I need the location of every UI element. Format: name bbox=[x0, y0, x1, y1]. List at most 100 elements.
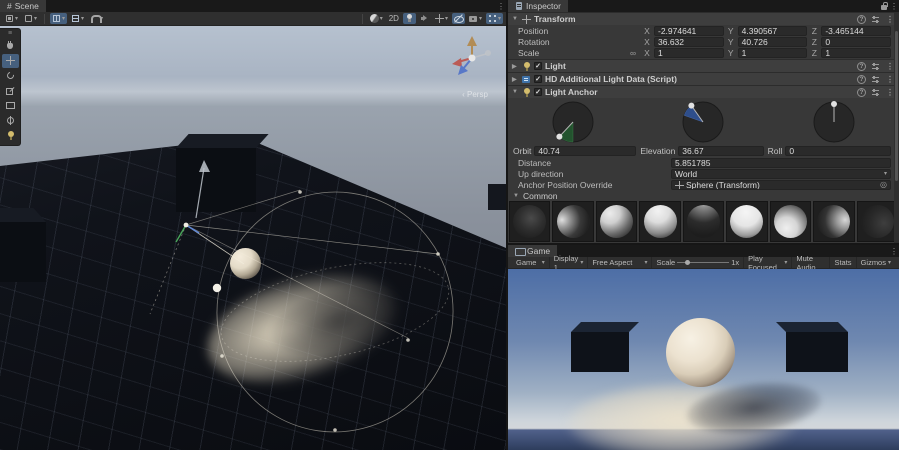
draw-mode-button[interactable]: ▾ bbox=[368, 13, 385, 24]
preset-icon[interactable] bbox=[871, 75, 880, 84]
preset-icon[interactable] bbox=[871, 88, 880, 97]
hand-tool-button[interactable] bbox=[2, 39, 19, 53]
anchor-preset-top[interactable] bbox=[726, 201, 767, 242]
tab-game[interactable]: Game bbox=[508, 245, 557, 257]
play-focused-dropdown[interactable]: Play Focused ▾ bbox=[744, 257, 792, 268]
scrollbar-thumb[interactable] bbox=[895, 31, 898, 181]
display-target-dropdown[interactable]: Game ▾ bbox=[512, 257, 550, 268]
scene-viewport[interactable]: ‹ Persp ≡ bbox=[0, 26, 506, 450]
display-dropdown[interactable]: Display 1 ▾ bbox=[550, 257, 589, 268]
snap-increment-button[interactable]: ▾ bbox=[88, 13, 105, 24]
tab-scene[interactable]: # Scene bbox=[0, 0, 46, 12]
orbit-field[interactable]: 40.74 bbox=[534, 146, 636, 156]
rotate-tool-button[interactable] bbox=[2, 69, 19, 83]
game-menu-kebab-icon[interactable]: ⋮ bbox=[889, 245, 899, 257]
light-header[interactable]: ▶ ✓ Light ? ⋮ bbox=[508, 59, 899, 72]
audio-toggle-button[interactable] bbox=[418, 13, 431, 24]
common-foldout[interactable]: ▼ Common bbox=[508, 190, 899, 201]
object-picker-icon[interactable]: ◎ bbox=[880, 180, 887, 189]
mute-audio-button[interactable]: Mute Audio bbox=[792, 257, 830, 268]
scale-tool-button[interactable] bbox=[2, 84, 19, 98]
hd-light-data-header[interactable]: ▶ ✓ HD Additional Light Data (Script) ? … bbox=[508, 72, 899, 85]
stats-button[interactable]: Stats bbox=[830, 257, 856, 268]
scene-menu-kebab-icon[interactable]: ⋮ bbox=[496, 0, 506, 12]
hd-enabled-checkbox[interactable]: ✓ bbox=[534, 75, 542, 83]
light-anchor-tool-button[interactable] bbox=[2, 129, 19, 143]
scale-y-field[interactable]: 1 bbox=[738, 48, 808, 58]
anchor-preset-back[interactable] bbox=[509, 201, 550, 242]
common-label: Common bbox=[523, 191, 557, 201]
axis-y-label: Y bbox=[727, 37, 735, 47]
elevation-field[interactable]: 36.67 bbox=[678, 146, 763, 156]
anchor-preset-front-bottom[interactable] bbox=[770, 201, 811, 242]
gizmos-dropdown-button[interactable]: ▾ bbox=[486, 13, 503, 24]
orbit-dial[interactable] bbox=[508, 98, 638, 145]
slider-knob[interactable] bbox=[685, 260, 690, 265]
light-anchor-header[interactable]: ▼ ✓ Light Anchor ? ⋮ bbox=[508, 85, 899, 98]
preset-icon[interactable] bbox=[871, 62, 880, 71]
gizmos-button[interactable]: Gizmos ▾ bbox=[857, 257, 895, 268]
persp-label[interactable]: ‹ Persp bbox=[440, 90, 506, 99]
lighting-toggle-button[interactable] bbox=[403, 13, 416, 24]
move-tool-button[interactable] bbox=[2, 54, 19, 68]
overlay-grip-icon[interactable]: ≡ bbox=[8, 31, 12, 38]
roll-dial[interactable] bbox=[769, 98, 899, 145]
foldout-closed-icon[interactable]: ▶ bbox=[512, 76, 519, 83]
elevation-dial[interactable] bbox=[638, 98, 768, 145]
distance-field[interactable]: 5.851785 bbox=[671, 158, 891, 168]
foldout-closed-icon[interactable]: ▶ bbox=[512, 63, 519, 70]
camera-settings-button[interactable]: ▾ bbox=[467, 13, 484, 24]
position-x-field[interactable]: -2.974641 bbox=[654, 26, 724, 36]
preset-icon[interactable] bbox=[871, 15, 880, 24]
rotation-y-field[interactable]: 40.726 bbox=[738, 37, 808, 47]
anchor-preset-rim-right[interactable] bbox=[813, 201, 854, 242]
help-icon[interactable]: ? bbox=[857, 62, 866, 71]
anchor-preset-top-left[interactable] bbox=[639, 201, 680, 242]
light-anchor-gizmo[interactable] bbox=[0, 26, 506, 450]
scene-toolbar: ▾ ▾ ▾ ▾ ▾ ▾ bbox=[0, 12, 506, 26]
game-viewport[interactable] bbox=[508, 269, 899, 450]
anchor-override-value: Sphere (Transform) bbox=[686, 180, 760, 190]
grid-snap-button[interactable]: ▾ bbox=[50, 13, 67, 24]
scale-x-field[interactable]: 1 bbox=[654, 48, 724, 58]
inspector-menu-kebab-icon[interactable]: ⋮ bbox=[889, 0, 899, 12]
pivot-mode-button[interactable]: ▾ bbox=[22, 13, 39, 24]
anchor-preset-upper-left[interactable] bbox=[596, 201, 637, 242]
anchor-preset-back-top[interactable] bbox=[683, 201, 724, 242]
anchor-preset-rim-left[interactable] bbox=[552, 201, 593, 242]
link-scale-icon[interactable]: ∞ bbox=[630, 48, 643, 58]
tab-inspector[interactable]: Inspector bbox=[508, 0, 568, 12]
transform-ref-icon bbox=[675, 181, 683, 189]
scale-slider[interactable] bbox=[677, 262, 729, 263]
anchor-override-row: Anchor Position Override Sphere (Transfo… bbox=[508, 179, 899, 190]
rect-tool-button[interactable] bbox=[2, 99, 19, 113]
tool-settings-button[interactable]: ▾ bbox=[3, 13, 20, 24]
rotation-x-field[interactable]: 36.632 bbox=[654, 37, 724, 47]
scale-z-field[interactable]: 1 bbox=[821, 48, 891, 58]
anchor-override-objectfield[interactable]: Sphere (Transform) ◎ bbox=[671, 180, 891, 190]
effects-toggle-button[interactable]: ▾ bbox=[433, 13, 450, 24]
help-icon[interactable]: ? bbox=[857, 15, 866, 24]
anchor-preset-back-right[interactable] bbox=[857, 201, 898, 242]
aspect-dropdown[interactable]: Free Aspect ▾ bbox=[588, 257, 652, 268]
grid-visibility-button[interactable]: ▾ bbox=[69, 13, 86, 24]
transform-header[interactable]: ▼ Transform ? ⋮ bbox=[508, 12, 899, 25]
light-enabled-checkbox[interactable]: ✓ bbox=[534, 62, 542, 70]
anchor-enabled-checkbox[interactable]: ✓ bbox=[534, 88, 542, 96]
lock-icon[interactable] bbox=[880, 2, 889, 11]
position-y-field[interactable]: 4.390567 bbox=[738, 26, 808, 36]
foldout-open-icon[interactable]: ▼ bbox=[512, 16, 519, 22]
foldout-open-icon[interactable]: ▼ bbox=[512, 89, 519, 95]
inspector-scrollbar[interactable] bbox=[894, 13, 899, 243]
position-z-field[interactable]: -3.465144 bbox=[821, 26, 891, 36]
scene-visibility-button[interactable] bbox=[452, 13, 465, 24]
view-orientation-gizmo[interactable] bbox=[446, 34, 498, 86]
light-anchor-component-icon bbox=[522, 88, 531, 97]
transform-tool-button[interactable] bbox=[2, 114, 19, 128]
help-icon[interactable]: ? bbox=[857, 75, 866, 84]
up-direction-dropdown[interactable]: World ▾ bbox=[671, 169, 891, 179]
roll-field[interactable]: 0 bbox=[785, 146, 891, 156]
help-icon[interactable]: ? bbox=[857, 88, 866, 97]
rotation-z-field[interactable]: 0 bbox=[821, 37, 891, 47]
2d-toggle-button[interactable]: 2D bbox=[387, 13, 401, 24]
